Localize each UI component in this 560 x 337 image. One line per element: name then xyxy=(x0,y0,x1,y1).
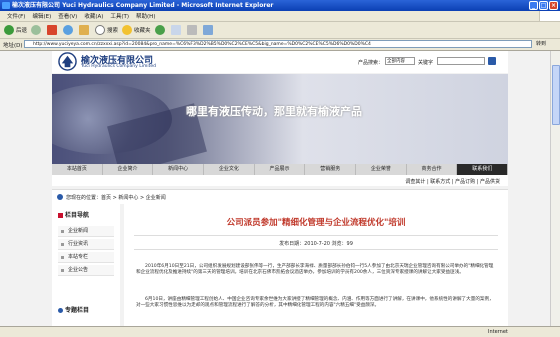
article-title: 公司派员参加"精细化管理与企业流程优化"培训 xyxy=(226,218,406,228)
company-logo-icon xyxy=(58,52,77,71)
title-bar: 榆次液压有限公司 Yuci Hydraulics Company Limited… xyxy=(0,0,560,11)
refresh-icon xyxy=(63,25,74,35)
nav-cooperation[interactable]: 商务合作 xyxy=(407,164,458,175)
nav-about[interactable]: 企业简介 xyxy=(103,164,154,175)
sidebar-heading-2-text: 专题栏目 xyxy=(65,307,90,314)
product-search-label: 产品搜索： xyxy=(358,60,384,66)
sidebar-heading-text: 栏目导航 xyxy=(65,212,90,219)
location-icon xyxy=(57,194,63,200)
favorites-label: 收藏夹 xyxy=(134,28,151,34)
nav-honors[interactable]: 企业荣誉 xyxy=(356,164,407,175)
heading-marker-icon xyxy=(58,308,63,313)
ie-icon xyxy=(2,2,10,9)
vertical-scrollbar[interactable] xyxy=(550,51,560,326)
window-controls: _ □ × xyxy=(529,1,558,10)
stop-icon xyxy=(47,25,58,35)
sub-nav-links[interactable]: 调查其计 | 联系方式 | 产品订购 | 产品供货 xyxy=(405,178,500,185)
divider xyxy=(134,235,498,236)
heading-marker-icon xyxy=(58,213,63,218)
print-button[interactable] xyxy=(186,25,199,35)
article: 公司派员参加"精细化管理与企业流程优化"培训 发布日期：2010-7-20 浏览… xyxy=(124,204,508,326)
menu-file[interactable]: 文件(F) xyxy=(7,12,25,20)
stop-button[interactable] xyxy=(47,25,59,35)
mail-icon xyxy=(170,25,181,35)
back-label: 后退 xyxy=(16,28,28,34)
toolbar: 后退 搜索 收藏夹 xyxy=(0,22,560,39)
home-button[interactable] xyxy=(79,25,91,35)
window-title: 榆次液压有限公司 Yuci Hydraulics Company Limited… xyxy=(12,2,274,9)
breadcrumb: 您现在的位置：首页 > 新闻中心 > 企业新闻 xyxy=(52,189,508,204)
nav-service[interactable]: 营销服务 xyxy=(305,164,357,175)
article-paragraph-2: 6月10日，讲座由精细管理工程创始人、中国企业咨询专家余世维为大家讲授了精细管理… xyxy=(136,297,494,308)
star-icon xyxy=(122,25,133,35)
home-icon xyxy=(79,25,90,35)
search-label: 搜索 xyxy=(107,28,119,34)
nav-products[interactable]: 产品展示 xyxy=(255,164,306,175)
address-bar: 地址(D) http://www.yuciyeya.com.cn/zzxxxi.… xyxy=(0,39,560,51)
menu-help[interactable]: 帮助(H) xyxy=(136,12,155,20)
keyword-input[interactable] xyxy=(437,57,485,65)
windows-logo-icon xyxy=(539,11,560,21)
sidebar-item-notice[interactable]: 企业公告 xyxy=(58,265,114,276)
sidebar-heading: 栏目导航 xyxy=(58,210,89,219)
history-button[interactable] xyxy=(154,25,167,35)
sidebar-heading-2: 专题栏目 xyxy=(58,305,89,314)
forward-button[interactable] xyxy=(31,25,43,35)
back-arrow-icon xyxy=(4,25,14,35)
breadcrumb-text: 您现在的位置：首页 > 新闻中心 > 企业新闻 xyxy=(66,195,166,201)
menu-favorites[interactable]: 收藏(A) xyxy=(84,12,103,20)
search-icon xyxy=(95,25,106,35)
main-nav: 本站首页 企业简介 新闻中心 企业文化 产品展示 营销服务 企业荣誉 商务合作 … xyxy=(52,164,509,175)
sidebar-item-column[interactable]: 本站专栏 xyxy=(58,252,114,263)
brand-name-en: Yuci Hydraulics Company Limited xyxy=(81,64,156,69)
divider xyxy=(134,249,498,250)
maximize-button[interactable]: □ xyxy=(539,1,548,10)
forward-arrow-icon xyxy=(31,25,42,35)
go-button[interactable]: 转到 xyxy=(536,40,558,49)
hero-banner xyxy=(52,74,508,164)
nav-home[interactable]: 本站首页 xyxy=(52,164,103,175)
scrollbar-thumb[interactable] xyxy=(552,65,560,125)
search-go-button[interactable] xyxy=(488,57,496,65)
search-scope-select[interactable]: 全部内容 xyxy=(385,57,415,65)
article-meta: 发布日期：2010-7-20 浏览：99 xyxy=(279,241,353,247)
menu-tools[interactable]: 工具(T) xyxy=(110,12,129,20)
printer-icon xyxy=(186,25,197,35)
security-zone: Internet xyxy=(488,329,508,335)
minimize-button[interactable]: _ xyxy=(529,1,538,10)
menu-view[interactable]: 查看(V) xyxy=(58,12,77,20)
nav-contact[interactable]: 联系我们 xyxy=(457,164,509,175)
history-icon xyxy=(154,25,165,35)
back-button[interactable]: 后退 xyxy=(4,25,27,35)
menu-bar: 文件(F) 编辑(E) 查看(V) 收藏(A) 工具(T) 帮助(H) xyxy=(0,11,560,22)
close-button[interactable]: × xyxy=(549,1,558,10)
status-bar: Internet xyxy=(0,326,560,337)
edit-icon xyxy=(202,25,213,35)
refresh-button[interactable] xyxy=(63,25,75,35)
mail-button[interactable] xyxy=(170,25,183,35)
search-button[interactable]: 搜索 xyxy=(95,25,118,35)
keyword-label: 关键字 xyxy=(418,60,434,66)
sidebar-item-industry-news[interactable]: 行业资讯 xyxy=(58,239,114,250)
nav-culture[interactable]: 企业文化 xyxy=(204,164,255,175)
address-input[interactable]: http://www.yuciyeya.com.cn/zzxxxi.asp?id… xyxy=(24,40,532,48)
sidebar-item-company-news[interactable]: 企业新闻 xyxy=(58,226,114,237)
address-label: 地址(D) xyxy=(3,43,23,49)
menu-edit[interactable]: 编辑(E) xyxy=(32,12,51,20)
sidebar: 栏目导航 企业新闻 行业资讯 本站专栏 企业公告 专题栏目 xyxy=(52,204,120,326)
favorites-button[interactable]: 收藏夹 xyxy=(122,25,151,35)
banner-slogan: 哪里有液压传动，那里就有榆液产品 xyxy=(186,105,362,118)
nav-news[interactable]: 新闻中心 xyxy=(153,164,205,175)
sub-nav: 调查其计 | 联系方式 | 产品订购 | 产品供货 xyxy=(52,175,508,186)
article-paragraph-1: 2010年6月10日至21日，公司组织发展规划建设部张伟等一行，生产部部长李海禄… xyxy=(136,264,494,275)
edit-button[interactable] xyxy=(202,25,215,35)
